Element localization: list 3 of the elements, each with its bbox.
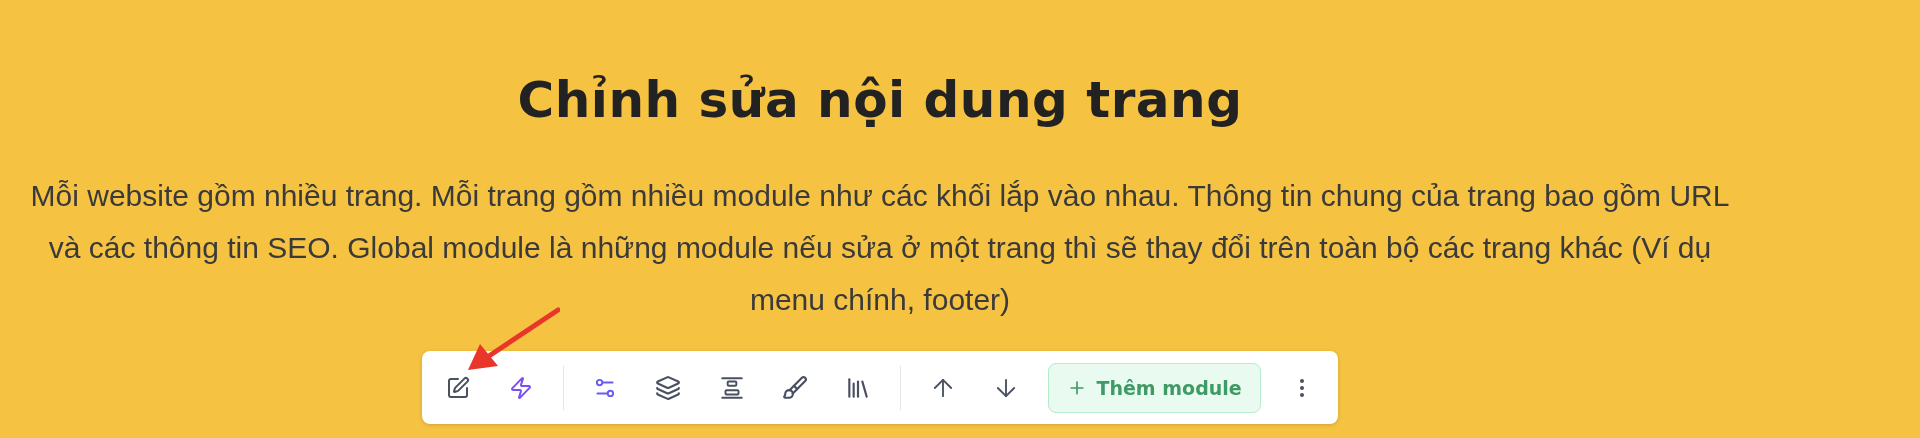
description-paragraph: Mỗi website gồm nhiều trang. Mỗi trang gồm nhiều module như các khối lắp vào nhau. Thông tin chung của trang bao gồm URL và các thông tin SEO. Global module là những module nếu sửa ở một trang thì sẽ thay đổi trên toàn bộ các trang khác (Ví dụ menu chính, footer) <box>29 178 1731 318</box>
add-module-button[interactable]: Thêm module <box>1047 362 1261 413</box>
page-title: Chỉnh sửa nội dung trang <box>517 70 1243 131</box>
